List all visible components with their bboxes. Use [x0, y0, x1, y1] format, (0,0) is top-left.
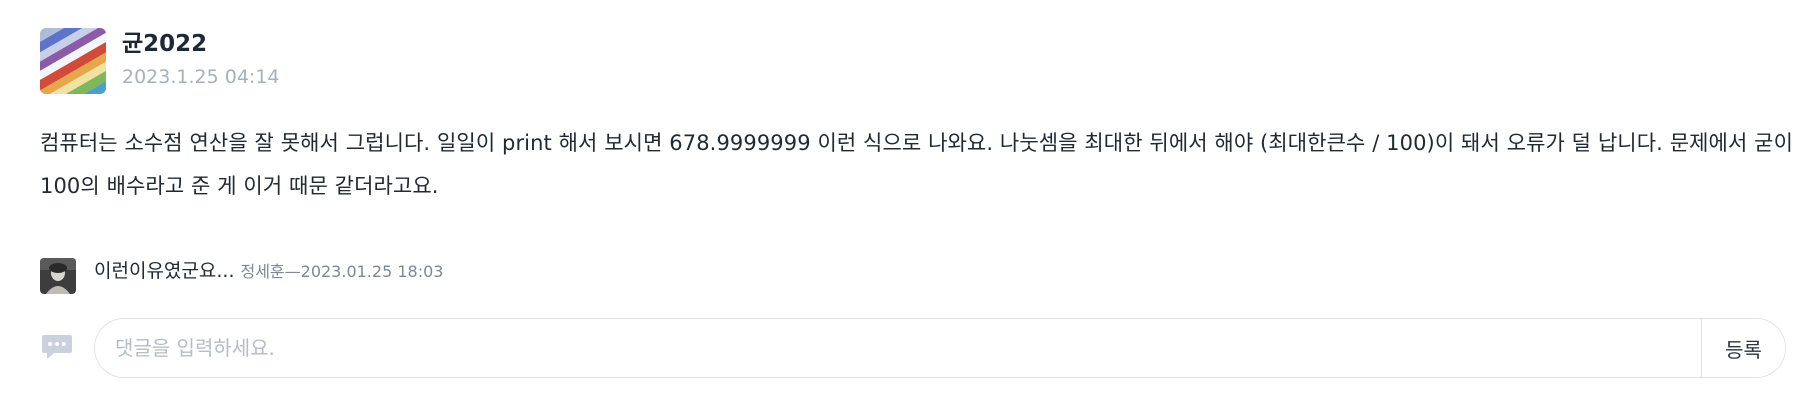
speech-bubble-icon [40, 329, 74, 363]
reply-content: 이런이유였군요... 정세훈—2023.01.25 18:03 [94, 258, 443, 285]
reply-item: 이런이유였군요... 정세훈—2023.01.25 18:03 [40, 258, 443, 294]
comment-header: 균2022 2023.1.25 04:14 [40, 28, 1800, 94]
comment-input[interactable] [95, 320, 1701, 376]
portrait-avatar-image [40, 258, 76, 294]
author-name[interactable]: 균2022 [122, 30, 280, 58]
comment-input-box: 등록 [94, 318, 1786, 378]
comment-card: 균2022 2023.1.25 04:14 컴퓨터는 소수점 연산을 잘 못해서… [40, 28, 1800, 208]
reply-author-date: 정세훈—2023.01.25 18:03 [240, 262, 444, 281]
submit-button[interactable]: 등록 [1701, 319, 1785, 377]
comment-body: 컴퓨터는 소수점 연산을 잘 못해서 그럽니다. 일일이 print 해서 보시… [40, 131, 1793, 198]
author-meta: 균2022 2023.1.25 04:14 [122, 28, 280, 90]
author-avatar[interactable] [40, 28, 106, 94]
reply-avatar[interactable] [40, 258, 76, 294]
comment-date: 2023.1.25 04:14 [122, 66, 280, 88]
reply-text: 이런이유였군요... [94, 260, 235, 282]
comment-input-row: 등록 [40, 318, 1786, 378]
colorful-stripes-avatar-image [40, 28, 106, 94]
